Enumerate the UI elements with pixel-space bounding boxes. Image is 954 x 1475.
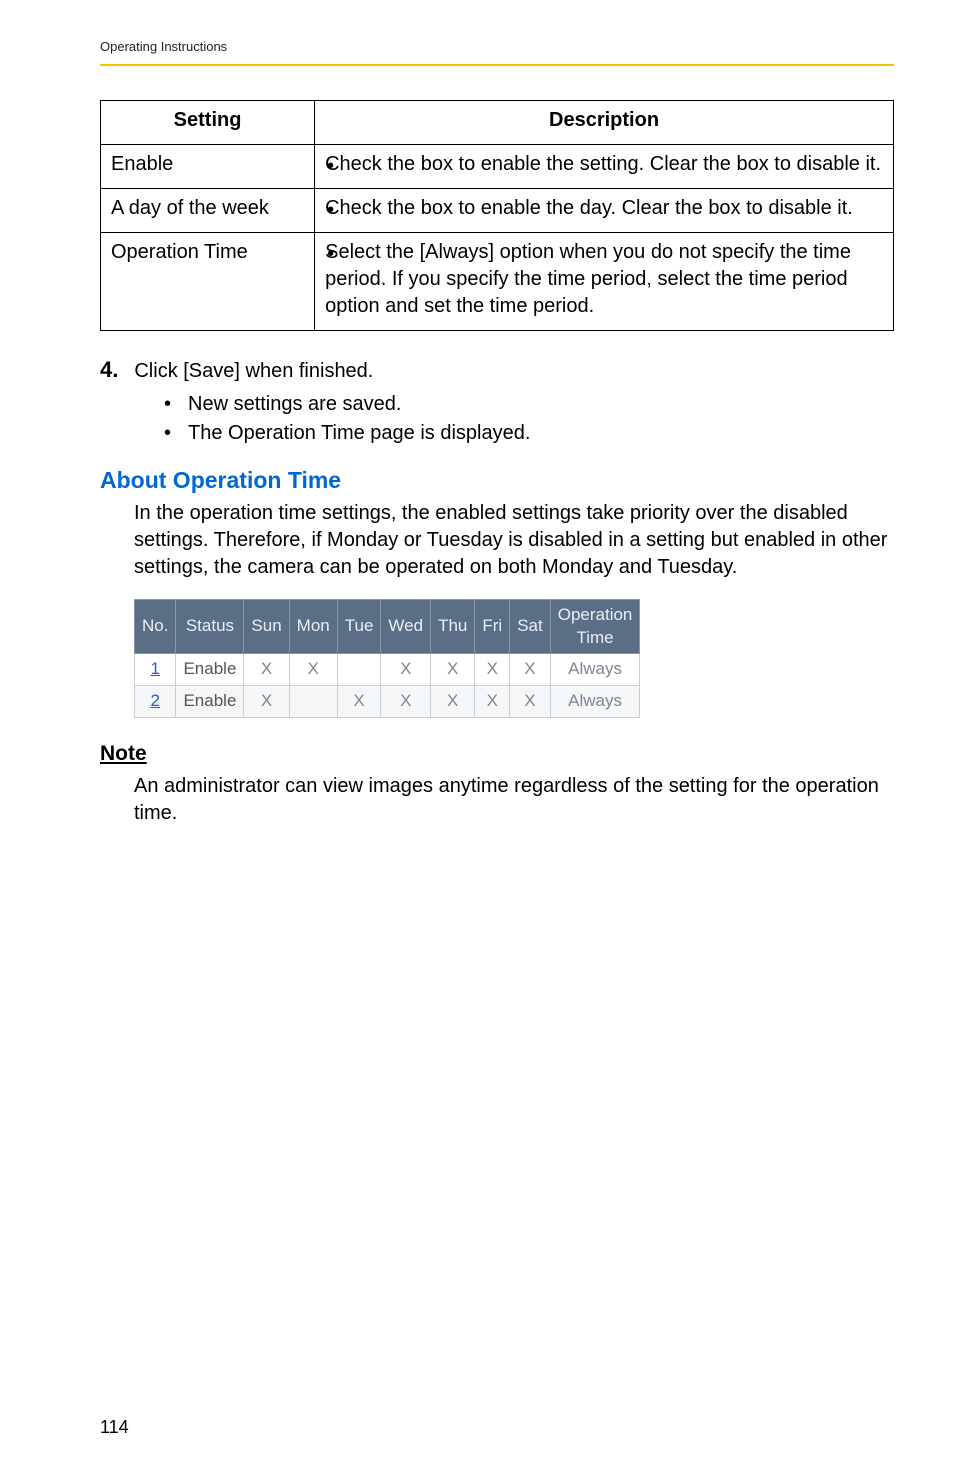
note-heading: Note bbox=[100, 740, 894, 768]
example-table-head-mon: Mon bbox=[289, 599, 337, 654]
example-row-sun: X bbox=[244, 654, 289, 686]
example-row-no[interactable]: 2 bbox=[135, 686, 176, 718]
example-row-status: Enable bbox=[176, 686, 244, 718]
page: Operating Instructions Setting Descripti… bbox=[0, 0, 954, 1475]
example-row-wed: X bbox=[381, 686, 431, 718]
setting-description: • Check the box to enable the day. Clear… bbox=[315, 188, 894, 232]
example-row-optime: Always bbox=[550, 654, 640, 686]
example-table-head-optime: Operation Time bbox=[550, 599, 640, 654]
example-row-mon: X bbox=[289, 654, 337, 686]
step: 4. Click [Save] when finished. bbox=[100, 355, 894, 385]
header-rule bbox=[100, 64, 894, 66]
settings-table-head-setting: Setting bbox=[101, 100, 315, 144]
example-row-no[interactable]: 1 bbox=[135, 654, 176, 686]
settings-table: Setting Description Enable • Check the b… bbox=[100, 100, 894, 331]
example-row-fri: X bbox=[475, 686, 510, 718]
example-table-row: 2 Enable X X X X X X Always bbox=[135, 686, 640, 718]
setting-description-text: Check the box to enable the setting. Cle… bbox=[325, 153, 881, 175]
example-row-sun: X bbox=[244, 686, 289, 718]
example-row-fri: X bbox=[475, 654, 510, 686]
example-row-sat: X bbox=[510, 654, 551, 686]
section-body: In the operation time settings, the enab… bbox=[134, 500, 894, 581]
step-sub-bullet: New settings are saved. bbox=[164, 391, 894, 418]
setting-description-text: Select the [Always] option when you do n… bbox=[325, 241, 851, 317]
example-row-wed: X bbox=[381, 654, 431, 686]
example-row-status: Enable bbox=[176, 654, 244, 686]
setting-description-text: Check the box to enable the day. Clear t… bbox=[325, 197, 853, 219]
bullet-icon: • bbox=[327, 241, 334, 268]
settings-table-head-row: Setting Description bbox=[101, 100, 894, 144]
step-text: Click [Save] when finished. bbox=[134, 358, 373, 385]
example-table-row: 1 Enable X X X X X X Always bbox=[135, 654, 640, 686]
example-row-thu: X bbox=[431, 654, 475, 686]
example-table-head-no: No. bbox=[135, 599, 176, 654]
example-row-sat: X bbox=[510, 686, 551, 718]
example-row-optime: Always bbox=[550, 686, 640, 718]
settings-table-row: A day of the week • Check the box to ena… bbox=[101, 188, 894, 232]
example-table-head-fri: Fri bbox=[475, 599, 510, 654]
note-body: An administrator can view images anytime… bbox=[134, 773, 894, 827]
setting-description: • Check the box to enable the setting. C… bbox=[315, 144, 894, 188]
example-row-tue: X bbox=[337, 686, 381, 718]
example-table-head-sun: Sun bbox=[244, 599, 289, 654]
step-sub-bullet: The Operation Time page is displayed. bbox=[164, 420, 894, 447]
example-table-head-tue: Tue bbox=[337, 599, 381, 654]
example-table-head-wed: Wed bbox=[381, 599, 431, 654]
setting-description: • Select the [Always] option when you do… bbox=[315, 232, 894, 330]
settings-table-row: Enable • Check the box to enable the set… bbox=[101, 144, 894, 188]
example-table-head-thu: Thu bbox=[431, 599, 475, 654]
example-table-head-sat: Sat bbox=[510, 599, 551, 654]
setting-name: A day of the week bbox=[101, 188, 315, 232]
example-table-head-status: Status bbox=[176, 599, 244, 654]
setting-name: Enable bbox=[101, 144, 315, 188]
running-head: Operating Instructions bbox=[100, 38, 894, 56]
optime-line2: Time bbox=[576, 628, 613, 647]
setting-name: Operation Time bbox=[101, 232, 315, 330]
example-row-thu: X bbox=[431, 686, 475, 718]
section-heading: About Operation Time bbox=[100, 465, 894, 496]
operation-time-example-table: No. Status Sun Mon Tue Wed Thu Fri Sat O… bbox=[134, 599, 640, 719]
bullet-icon: • bbox=[327, 197, 334, 224]
page-number: 114 bbox=[100, 1415, 129, 1439]
step-number: 4. bbox=[100, 355, 118, 385]
example-row-tue bbox=[337, 654, 381, 686]
example-table-head-row: No. Status Sun Mon Tue Wed Thu Fri Sat O… bbox=[135, 599, 640, 654]
step-sub-bullets: New settings are saved. The Operation Ti… bbox=[164, 391, 894, 447]
example-row-mon bbox=[289, 686, 337, 718]
optime-line1: Operation bbox=[558, 605, 633, 624]
settings-table-row: Operation Time • Select the [Always] opt… bbox=[101, 232, 894, 330]
bullet-icon: • bbox=[327, 153, 334, 180]
settings-table-head-description: Description bbox=[315, 100, 894, 144]
